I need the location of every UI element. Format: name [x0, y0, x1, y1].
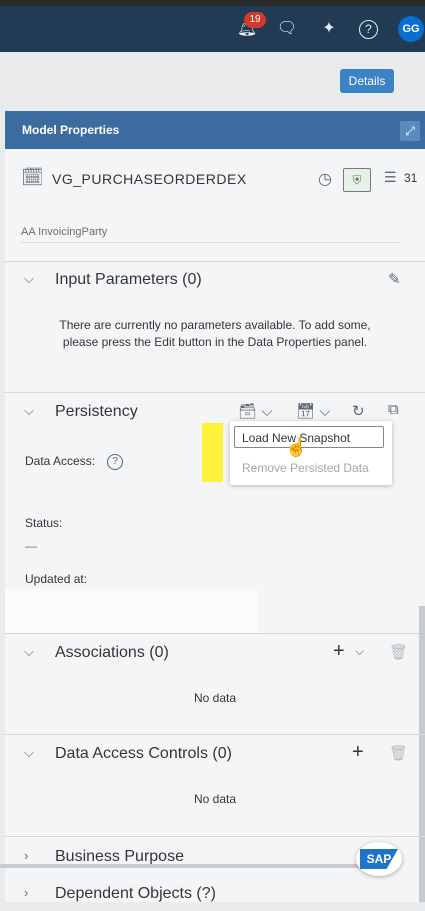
model-properties-panel: Model Properties ⤢ 🗓︎ VG_PURCHASEORDERDE…	[5, 111, 425, 902]
associations-title: Associations (0)	[55, 644, 169, 661]
shell-bar: 🔔︎ 19 🗨 ✦ ? GG	[0, 6, 425, 52]
avatar[interactable]: GG	[398, 16, 424, 42]
clock-icon[interactable]: ◷	[318, 169, 332, 189]
expand-icon[interactable]: ⤢	[400, 121, 420, 141]
updated-at-value	[5, 589, 258, 633]
status-value: —	[25, 539, 37, 553]
dependent-objects-header[interactable]: › Dependent Objects (?)	[5, 877, 425, 911]
connections-icon[interactable]: ✦	[318, 18, 340, 40]
divider	[5, 633, 425, 634]
persistency-title: Persistency	[55, 403, 138, 420]
data-access-controls-empty: No data	[193, 792, 237, 806]
chevron-down-icon[interactable]: ⌵	[24, 271, 34, 287]
chevron-down-icon[interactable]: ⌵	[355, 644, 364, 659]
chevron-down-icon[interactable]: ⌵	[24, 403, 34, 419]
highlight-marker	[202, 423, 223, 482]
snapshot-menu-icon[interactable]: 🗃︎ ⌵	[238, 402, 273, 420]
associations-empty: No data	[193, 691, 237, 705]
divider	[5, 392, 425, 393]
field-row-text: AA InvoicingParty	[21, 226, 108, 238]
chevron-down-icon[interactable]: ⌵	[24, 644, 34, 660]
load-new-snapshot-item[interactable]: Load New Snapshot	[234, 426, 384, 448]
chevron-right-icon[interactable]: ›	[24, 885, 28, 900]
dependent-objects-title: Dependent Objects (?)	[55, 885, 216, 902]
object-row: 🗓︎ VG_PURCHASEORDERDEX ◷ ⛨ ☰ 31	[5, 149, 425, 207]
data-access-label: Data Access:	[25, 454, 96, 468]
updated-at-label: Updated at:	[25, 572, 88, 586]
refresh-icon[interactable]: ↻	[352, 402, 365, 420]
help-icon[interactable]: ?	[359, 20, 378, 39]
columns-icon[interactable]: ☰	[384, 169, 397, 186]
help-icon[interactable]: ?	[107, 454, 123, 470]
pointer-cursor-icon: ☝	[285, 437, 308, 457]
panel-header: Model Properties ⤢	[5, 111, 425, 149]
field-row: AA InvoicingParty	[21, 222, 401, 243]
divider	[5, 836, 425, 837]
data-access-controls-title: Data Access Controls (0)	[55, 745, 232, 762]
delete-icon[interactable]: 🗑︎	[389, 744, 408, 762]
divider	[5, 734, 425, 735]
associations-header[interactable]: ⌵ Associations (0) + ⌵ 🗑︎	[5, 636, 425, 670]
add-icon[interactable]: +	[352, 741, 364, 764]
shield-icon[interactable]: ⛨	[343, 168, 371, 192]
pencil-icon[interactable]: ✎	[388, 270, 401, 288]
column-count: 31	[404, 171, 418, 185]
status-label: Status:	[25, 516, 63, 530]
input-parameters-header[interactable]: ⌵ Input Parameters (0) ✎	[5, 263, 425, 297]
message-line-1: There are currently no parameters availa…	[59, 318, 371, 332]
snapshot-menu: Load New Snapshot Remove Persisted Data	[230, 421, 392, 485]
chevron-right-icon[interactable]: ›	[24, 848, 28, 863]
panel-title: Model Properties	[22, 123, 120, 137]
schedule-menu-icon[interactable]: 📅︎ ⌵	[296, 402, 331, 420]
view-icon: 🗓︎	[21, 167, 44, 187]
remove-persisted-data-item[interactable]: Remove Persisted Data	[242, 461, 369, 475]
notification-badge: 19	[244, 12, 266, 28]
add-icon[interactable]: +	[333, 640, 345, 663]
delete-icon[interactable]: 🗑︎	[389, 643, 408, 661]
message-line-2: please press the Edit button in the Data…	[62, 335, 368, 349]
input-parameters-title: Input Parameters (0)	[55, 271, 202, 288]
open-monitor-icon[interactable]: ⧉	[388, 401, 399, 418]
chevron-down-icon[interactable]: ⌵	[24, 745, 34, 761]
divider	[5, 261, 425, 262]
sap-logo: SAP	[356, 842, 402, 876]
data-access-controls-header[interactable]: ⌵ Data Access Controls (0) + 🗑︎	[5, 737, 425, 771]
details-button[interactable]: Details	[340, 69, 394, 93]
feedback-icon[interactable]: 🗨	[276, 18, 298, 40]
input-parameters-message: There are currently no parameters availa…	[35, 317, 395, 351]
horizontal-scrollbar[interactable]	[0, 864, 360, 868]
object-name: VG_PURCHASEORDERDEX	[52, 171, 247, 187]
